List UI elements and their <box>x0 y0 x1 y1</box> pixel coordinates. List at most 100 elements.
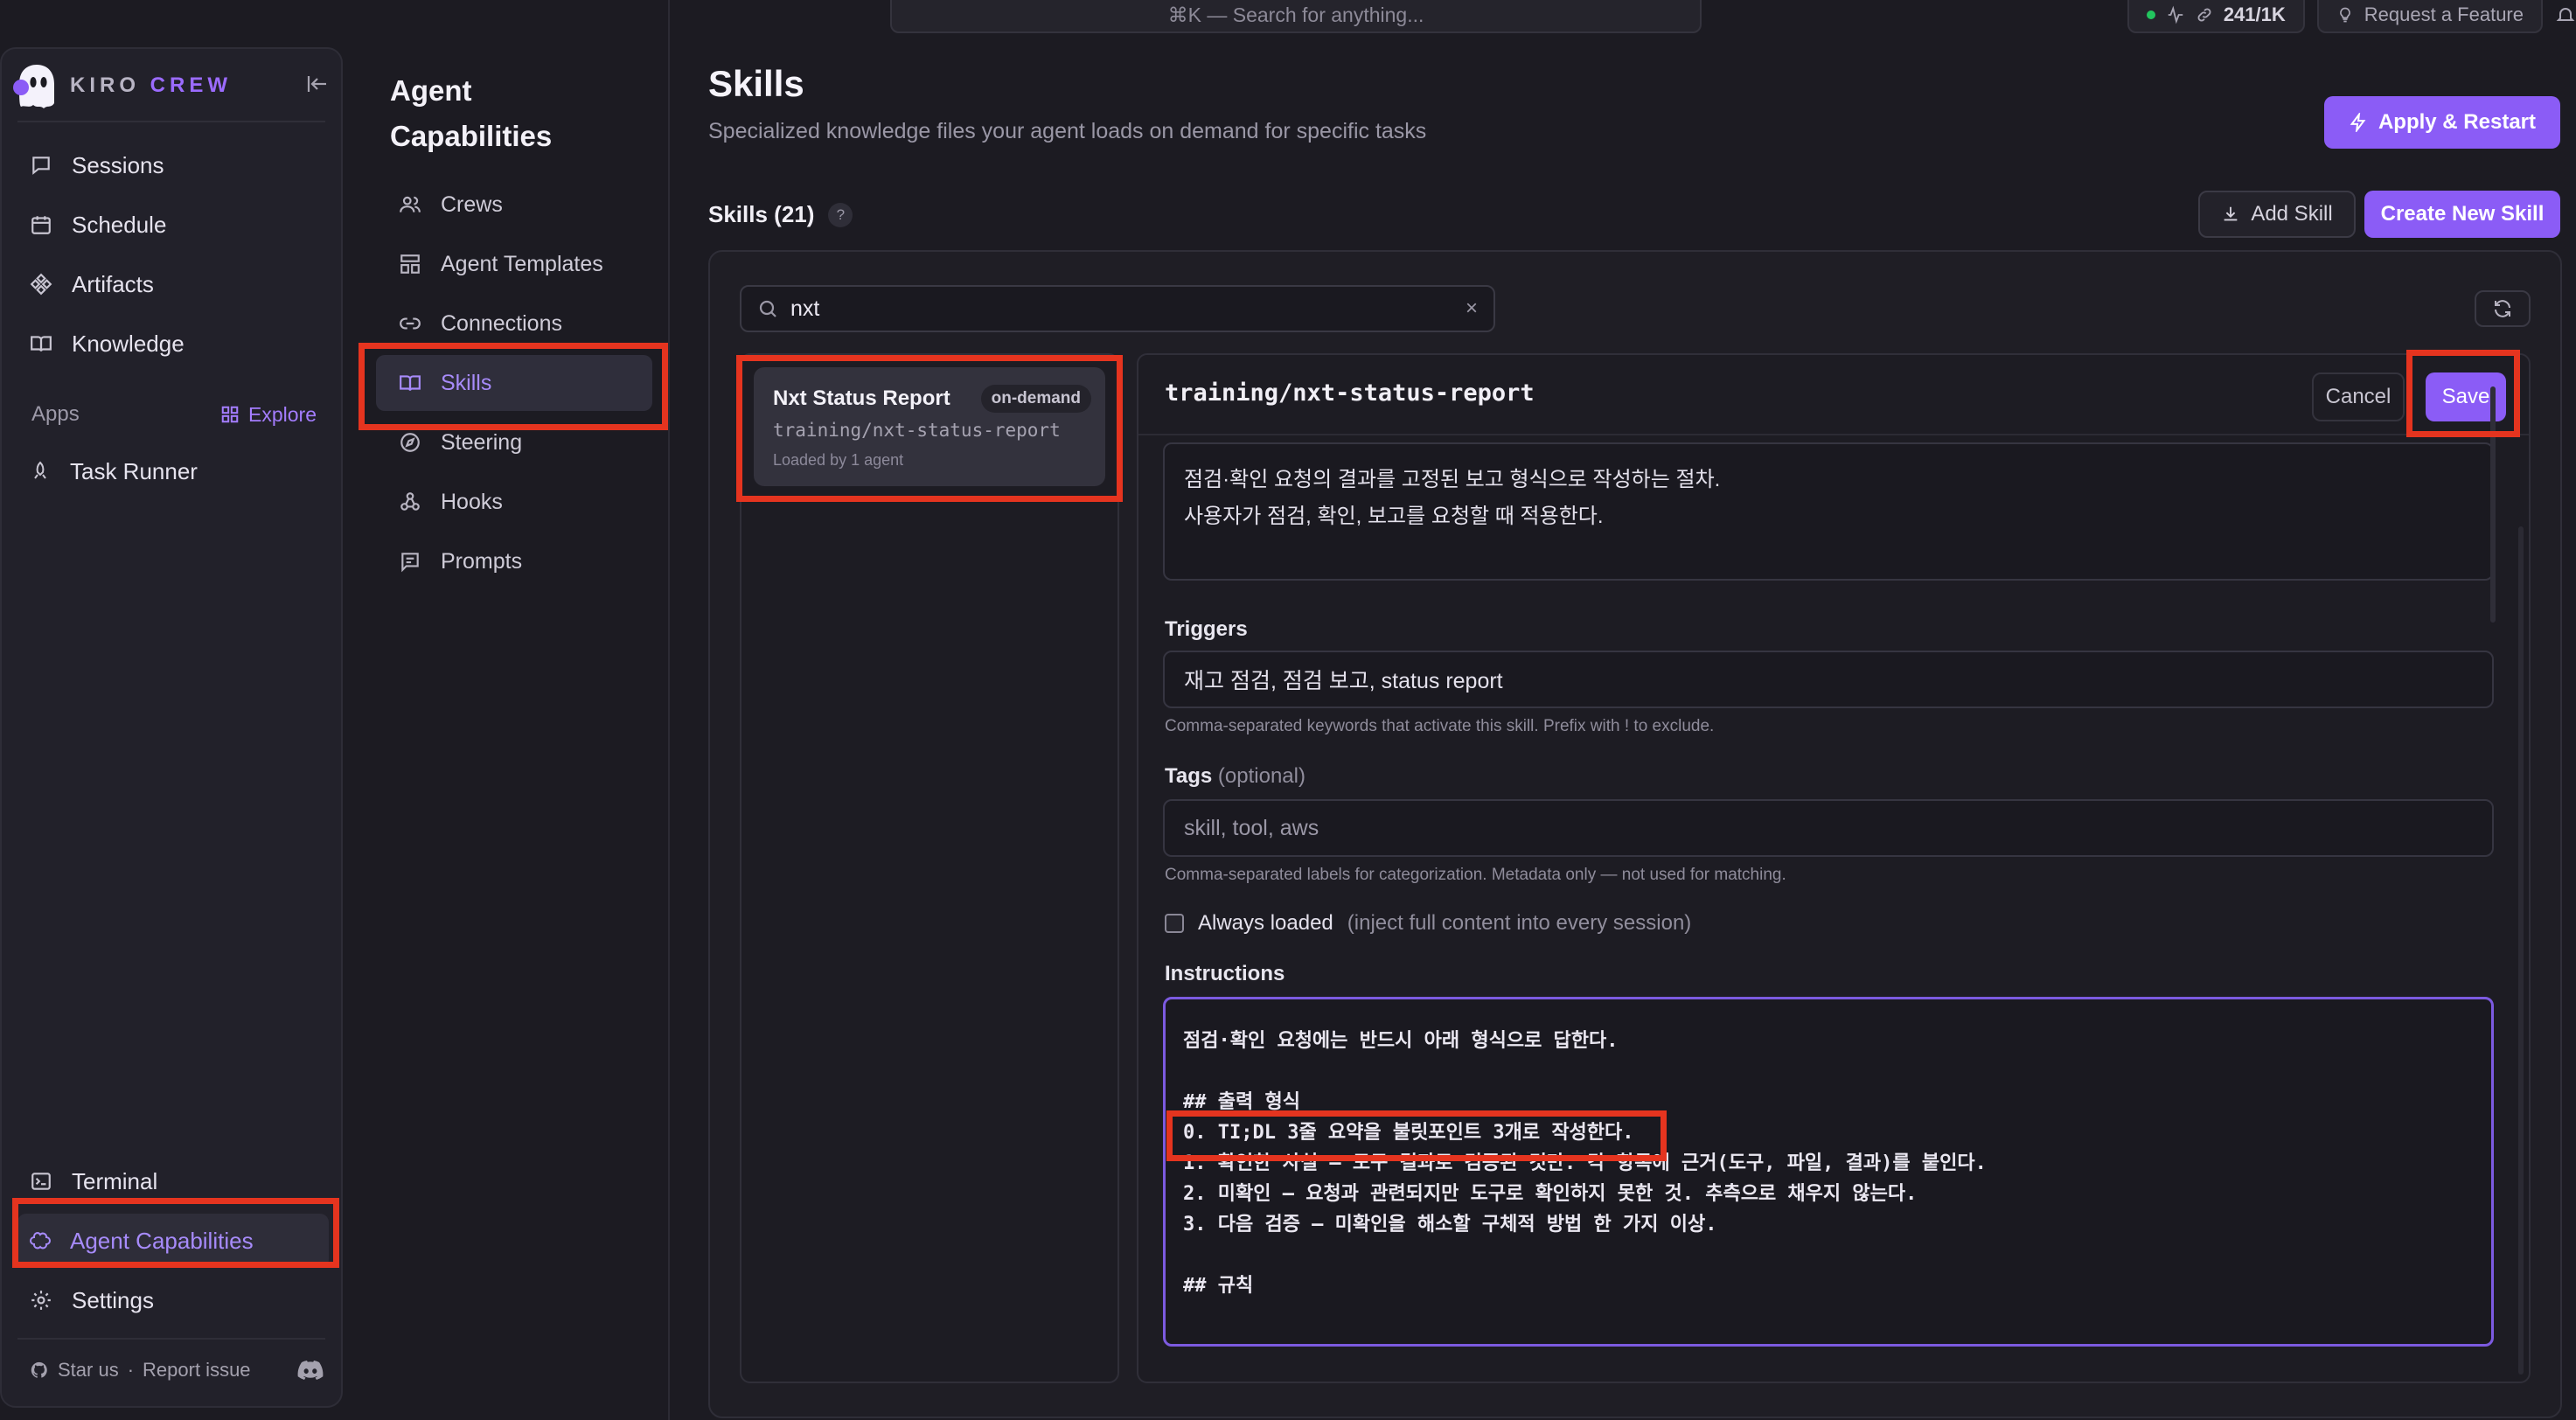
skills-count: Skills (21) <box>708 201 815 227</box>
list-item[interactable]: Nxt Status Report on-demand training/nxt… <box>754 367 1105 486</box>
users-icon <box>399 193 421 216</box>
cap-item-skills[interactable]: Skills <box>376 355 652 411</box>
sidebar-footer: Star us · Report issue <box>30 1359 324 1382</box>
cap-item-crews[interactable]: Crews <box>376 177 652 233</box>
report-issue-link[interactable]: Report issue <box>143 1359 251 1382</box>
sidebar-item-terminal[interactable]: Terminal <box>17 1154 329 1208</box>
sidebar-item-label: Artifacts <box>72 270 154 297</box>
description-line: 점검·확인 요청의 결과를 고정된 보고 형식으로 작성하는 절차. <box>1184 468 1721 491</box>
sidebar-item-label: Terminal <box>72 1167 158 1194</box>
triggers-label: Triggers <box>1165 617 1248 641</box>
cap-item-label: Skills <box>441 370 492 395</box>
create-new-skill-button[interactable]: Create New Skill <box>2364 191 2560 238</box>
instructions-textarea[interactable]: 점검·확인 요청에는 반드시 아래 형식으로 답한다. ## 출력 형식 0. … <box>1163 997 2494 1347</box>
request-feature-button[interactable]: Request a Feature <box>2316 0 2543 33</box>
skill-editor: training/nxt-status-report Cancel Save 점… <box>1137 353 2531 1383</box>
sidebar-item-sessions[interactable]: Sessions <box>17 138 329 192</box>
cap-item-label: Hooks <box>441 489 503 514</box>
global-search[interactable]: ⌘K — Search for anything... <box>890 0 1702 33</box>
explore-label: Explore <box>248 402 317 426</box>
cap-item-label: Connections <box>441 310 562 336</box>
apply-restart-button[interactable]: Apply & Restart <box>2324 96 2560 149</box>
triggers-input[interactable]: 재고 점검, 점검 보고, status report <box>1163 651 2494 708</box>
brand-name: KIRO CREW <box>70 73 232 97</box>
add-skill-label: Add Skill <box>2251 202 2333 226</box>
discord-icon[interactable] <box>297 1360 324 1381</box>
bell-icon[interactable] <box>2555 4 2576 25</box>
always-loaded-checkbox[interactable] <box>1165 914 1184 933</box>
sidebar-item-schedule[interactable]: Schedule <box>17 198 329 252</box>
tags-input[interactable]: skill, tool, aws <box>1163 799 2494 857</box>
message-square-icon <box>399 550 421 573</box>
description-line: 사용자가 점검, 확인, 보고를 요청할 때 적용한다. <box>1184 505 1604 528</box>
book-open-icon <box>399 372 421 394</box>
sidebar-item-settings[interactable]: Settings <box>17 1273 329 1327</box>
explore-link[interactable]: Explore <box>220 403 317 427</box>
terminal-icon <box>30 1170 52 1193</box>
cap-item-prompts[interactable]: Prompts <box>376 533 652 589</box>
sidebar-item-label: Settings <box>72 1286 154 1313</box>
calendar-icon <box>30 213 52 236</box>
sidebar-item-label: Task Runner <box>70 457 198 484</box>
cap-item-label: Steering <box>441 429 523 455</box>
top-status-area: 241/1K Request a Feature <box>2127 0 2576 33</box>
download-icon <box>2221 205 2240 224</box>
skill-loaded-by: Loaded by 1 agent <box>773 451 904 469</box>
search-value: nxt <box>790 296 820 321</box>
cap-item-steering[interactable]: Steering <box>376 414 652 470</box>
always-loaded-label: Always loaded <box>1198 911 1333 935</box>
refresh-button[interactable] <box>2475 290 2531 327</box>
cap-item-hooks[interactable]: Hooks <box>376 474 652 530</box>
cap-item-label: Prompts <box>441 548 523 574</box>
sidebar-item-label: Schedule <box>72 211 167 238</box>
editor-header: training/nxt-status-report Cancel Save <box>1138 355 2529 435</box>
cap-item-label: Agent Templates <box>441 251 603 276</box>
refresh-icon <box>2492 298 2513 319</box>
clear-search-icon[interactable]: × <box>1466 296 1478 321</box>
sidebar-item-task-runner[interactable]: Task Runner <box>17 444 329 498</box>
gear-icon <box>30 1289 52 1312</box>
footer-separator: · <box>127 1359 135 1381</box>
tags-label: Tags (optional) <box>1165 764 1305 788</box>
chat-icon <box>30 154 52 177</box>
cap-item-agent-templates[interactable]: Agent Templates <box>376 236 652 292</box>
skill-search-input[interactable]: nxt × <box>740 285 1495 332</box>
editor-skill-path: training/nxt-status-report <box>1165 379 1535 407</box>
cap-item-label: Crews <box>441 191 503 217</box>
editor-scrollbar[interactable] <box>2518 526 2524 1375</box>
sidebar-item-knowledge[interactable]: Knowledge <box>17 317 329 371</box>
book-icon <box>30 332 52 355</box>
cap-item-connections[interactable]: Connections <box>376 296 652 352</box>
status-badge: on-demand <box>980 385 1091 413</box>
add-skill-button[interactable]: Add Skill <box>2198 191 2356 238</box>
capabilities-title: Agent Capabilities <box>390 74 553 152</box>
always-loaded-option[interactable]: Always loaded (inject full content into … <box>1165 911 1691 936</box>
always-loaded-note: (inject full content into every session) <box>1347 911 1692 935</box>
collapse-sidebar-icon[interactable] <box>306 73 329 94</box>
sidebar-divider <box>17 1338 325 1340</box>
skill-name: Nxt Status Report <box>773 386 950 410</box>
star-us-link[interactable]: Star us <box>58 1359 119 1382</box>
template-icon <box>399 253 421 275</box>
grid-icon <box>220 405 240 424</box>
instructions-label: Instructions <box>1165 962 1285 985</box>
sidebar-item-label: Agent Capabilities <box>70 1227 254 1254</box>
sidebar-item-agent-capabilities[interactable]: Agent Capabilities <box>17 1214 329 1268</box>
cancel-button[interactable]: Cancel <box>2312 372 2405 421</box>
description-textarea[interactable]: 점검·확인 요청의 결과를 고정된 보고 형식으로 작성하는 절차. 사용자가 … <box>1163 442 2494 581</box>
sidebar-item-artifacts[interactable]: Artifacts <box>17 257 329 311</box>
status-dot-icon <box>2146 10 2155 19</box>
request-feature-label: Request a Feature <box>2364 3 2524 25</box>
search-icon <box>757 298 778 319</box>
rocket-icon <box>30 461 51 482</box>
brand[interactable]: KIRO CREW <box>12 61 232 110</box>
help-icon[interactable]: ? <box>828 202 853 227</box>
create-new-skill-label: Create New Skill <box>2380 202 2545 226</box>
status-pill[interactable]: 241/1K <box>2127 0 2305 33</box>
link-icon <box>399 312 421 335</box>
capabilities-nav: Agent Capabilities Crews Agent Templates… <box>359 0 670 1420</box>
apps-header: Apps Explore <box>31 402 317 427</box>
sidebar-item-label: Knowledge <box>72 330 184 357</box>
tags-placeholder: skill, tool, aws <box>1184 815 1319 840</box>
description-scrollbar[interactable] <box>2490 386 2496 623</box>
